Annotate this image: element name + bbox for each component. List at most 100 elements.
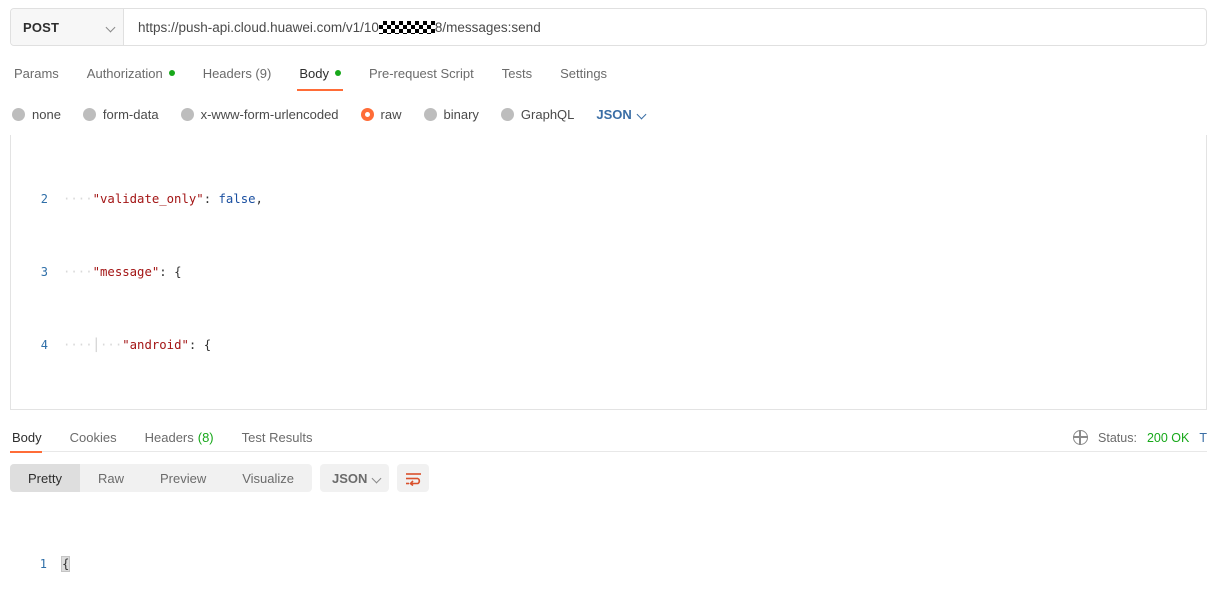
view-mode-raw-label: Raw xyxy=(97,470,124,486)
http-method-label: POST xyxy=(23,19,60,35)
http-method-dropdown[interactable]: POST xyxy=(11,9,124,45)
response-code-content: 1 { 2 "code": "80000000", 3 "msg": "Succ… xyxy=(10,500,1207,592)
response-tab-cookies[interactable]: Cookies xyxy=(56,424,131,452)
line-number: 4 xyxy=(40,338,48,353)
body-status-dot-icon xyxy=(334,70,341,76)
radio-urlencoded-icon xyxy=(180,107,194,121)
radio-form-data-icon xyxy=(82,107,96,121)
request-format-label: JSON xyxy=(596,106,632,122)
status-label: Status: xyxy=(1098,430,1137,445)
response-tab-bar: Body Cookies Headers (8) Test Results St… xyxy=(10,424,1207,453)
body-type-graphql-label: GraphQL xyxy=(520,106,575,122)
radio-binary-icon xyxy=(423,107,437,121)
line-number: 3 xyxy=(40,265,48,280)
body-type-none[interactable]: none xyxy=(10,107,73,122)
json-value: { xyxy=(174,265,182,280)
radio-none-icon xyxy=(12,107,25,121)
tab-headers-label: Headers (9) xyxy=(202,65,272,81)
radio-graphql-icon xyxy=(500,107,514,121)
response-status-area: Status: 200 OK T xyxy=(1072,429,1207,446)
url-redaction-mask xyxy=(378,20,435,34)
json-value: { xyxy=(203,338,212,353)
body-type-urlencoded-label: x-www-form-urlencoded xyxy=(200,106,339,122)
tab-tests[interactable]: Tests xyxy=(488,58,546,88)
body-type-form-data-label: form-data xyxy=(102,106,159,122)
code-line: 2 ····"validate_only": false, xyxy=(11,190,1206,208)
json-key: "message" xyxy=(92,265,160,280)
request-code-content: 2 ····"validate_only": false, 3 ····"mes… xyxy=(11,135,1206,410)
view-mode-preview[interactable]: Preview xyxy=(142,464,224,492)
tab-headers[interactable]: Headers (9) xyxy=(189,58,286,88)
json-value: false xyxy=(218,191,256,206)
view-mode-visualize[interactable]: Visualize xyxy=(224,464,312,492)
response-format-dropdown[interactable]: JSON xyxy=(320,464,390,492)
response-time-truncated: T xyxy=(1199,430,1207,445)
word-wrap-button[interactable] xyxy=(397,464,430,492)
response-toolbar: Pretty Raw Preview Visualize JSON xyxy=(10,464,1207,492)
body-type-selector: none form-data x-www-form-urlencoded raw… xyxy=(10,102,1207,126)
line-content: ····"message": { xyxy=(63,265,182,280)
response-tab-test-results-label: Test Results xyxy=(241,430,313,445)
tab-settings-label: Settings xyxy=(560,65,608,81)
code-line: 1 { xyxy=(10,555,1207,573)
response-tab-headers[interactable]: Headers (8) xyxy=(131,424,228,452)
response-tab-body[interactable]: Body xyxy=(10,424,56,453)
url-prefix: https://push-api.cloud.huawei.com/v1/10 xyxy=(138,19,379,35)
tab-settings[interactable]: Settings xyxy=(546,58,621,88)
request-tab-bar: Params Authorization Headers (9) Body Pr… xyxy=(10,58,1207,91)
line-content: ····│···"android": { xyxy=(63,338,212,353)
code-line: 3 ····"message": { xyxy=(11,263,1206,281)
radio-raw-icon xyxy=(360,107,374,121)
response-format-label: JSON xyxy=(332,470,368,486)
authorization-status-dot-icon xyxy=(168,70,175,76)
body-type-form-data[interactable]: form-data xyxy=(73,107,171,122)
response-tab-test-results[interactable]: Test Results xyxy=(228,424,327,452)
response-headers-count: (8) xyxy=(197,430,214,445)
view-mode-pretty[interactable]: Pretty xyxy=(10,464,80,492)
response-tab-body-label: Body xyxy=(12,430,42,445)
response-tab-cookies-label: Cookies xyxy=(69,430,117,445)
status-badge: 200 OK xyxy=(1146,430,1190,445)
line-content: ····"validate_only": false, xyxy=(63,191,263,206)
code-line: 5 ····│···│···"notification": { xyxy=(11,409,1206,410)
code-line: 4 ····│···"android": { xyxy=(11,336,1206,354)
line-content: { xyxy=(56,555,1207,573)
line-content: ····│···│···"notification": { xyxy=(57,409,1206,410)
view-mode-preview-label: Preview xyxy=(159,470,207,486)
tab-pre-request-script[interactable]: Pre-request Script xyxy=(355,58,488,88)
body-type-binary[interactable]: binary xyxy=(414,107,491,122)
body-type-raw-label: raw xyxy=(380,106,402,122)
response-tab-headers-label: Headers xyxy=(144,430,194,445)
tab-params-label: Params xyxy=(14,65,59,81)
tab-authorization-label: Authorization xyxy=(86,65,163,81)
json-key: "android" xyxy=(122,338,189,353)
url-input[interactable]: https://push-api.cloud.huawei.com/v1/10 8… xyxy=(124,9,1206,45)
line-number: 5 xyxy=(11,409,57,410)
json-tail: , xyxy=(255,191,263,206)
json-key: "validate_only" xyxy=(92,191,204,206)
body-type-urlencoded[interactable]: x-www-form-urlencoded xyxy=(171,107,351,122)
tab-tests-label: Tests xyxy=(501,65,533,81)
body-type-raw[interactable]: raw xyxy=(351,107,414,122)
tab-body[interactable]: Body xyxy=(285,58,355,91)
tab-authorization[interactable]: Authorization xyxy=(73,58,189,88)
body-type-graphql[interactable]: GraphQL xyxy=(491,107,586,122)
word-wrap-icon xyxy=(405,472,421,486)
globe-icon[interactable] xyxy=(1072,429,1089,446)
tab-body-label: Body xyxy=(299,65,329,81)
request-body-editor[interactable]: 2 ····"validate_only": false, 3 ····"mes… xyxy=(10,135,1207,410)
tab-params[interactable]: Params xyxy=(10,58,73,88)
view-mode-raw[interactable]: Raw xyxy=(80,464,142,492)
body-type-none-label: none xyxy=(32,106,61,122)
request-url-bar: POST https://push-api.cloud.huawei.com/v… xyxy=(10,8,1207,46)
view-mode-visualize-label: Visualize xyxy=(242,470,295,486)
body-type-binary-label: binary xyxy=(443,106,479,122)
url-suffix: 8/messages:send xyxy=(434,19,541,35)
view-mode-pretty-label: Pretty xyxy=(28,470,62,486)
json-value: { xyxy=(60,555,71,572)
tab-pre-request-script-label: Pre-request Script xyxy=(368,65,474,81)
response-body-viewer[interactable]: 1 { 2 "code": "80000000", 3 "msg": "Succ… xyxy=(10,500,1207,592)
line-number: 1 xyxy=(39,556,47,571)
request-format-dropdown[interactable]: JSON xyxy=(596,107,641,122)
line-number: 2 xyxy=(40,191,48,206)
